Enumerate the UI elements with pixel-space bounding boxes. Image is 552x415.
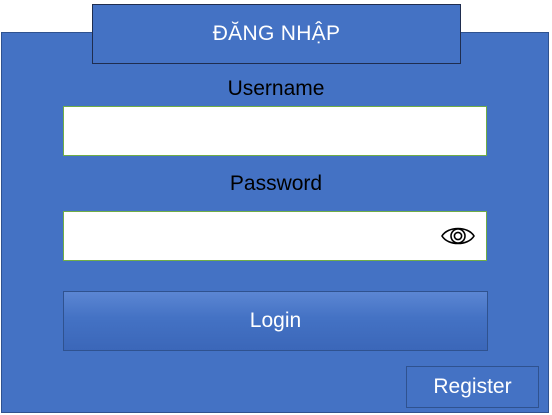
login-screen: ĐĂNG NHẬP Username Password Login Regist… <box>0 0 552 415</box>
page-title: ĐĂNG NHẬP <box>212 22 341 45</box>
login-title-tab: ĐĂNG NHẬP <box>92 4 461 64</box>
login-button[interactable]: Login <box>63 291 488 351</box>
eye-icon[interactable] <box>440 223 476 249</box>
register-button[interactable]: Register <box>406 366 539 408</box>
username-label: Username <box>227 77 325 100</box>
password-input[interactable] <box>63 211 487 261</box>
username-input[interactable] <box>63 106 487 156</box>
password-label: Password <box>229 172 323 195</box>
